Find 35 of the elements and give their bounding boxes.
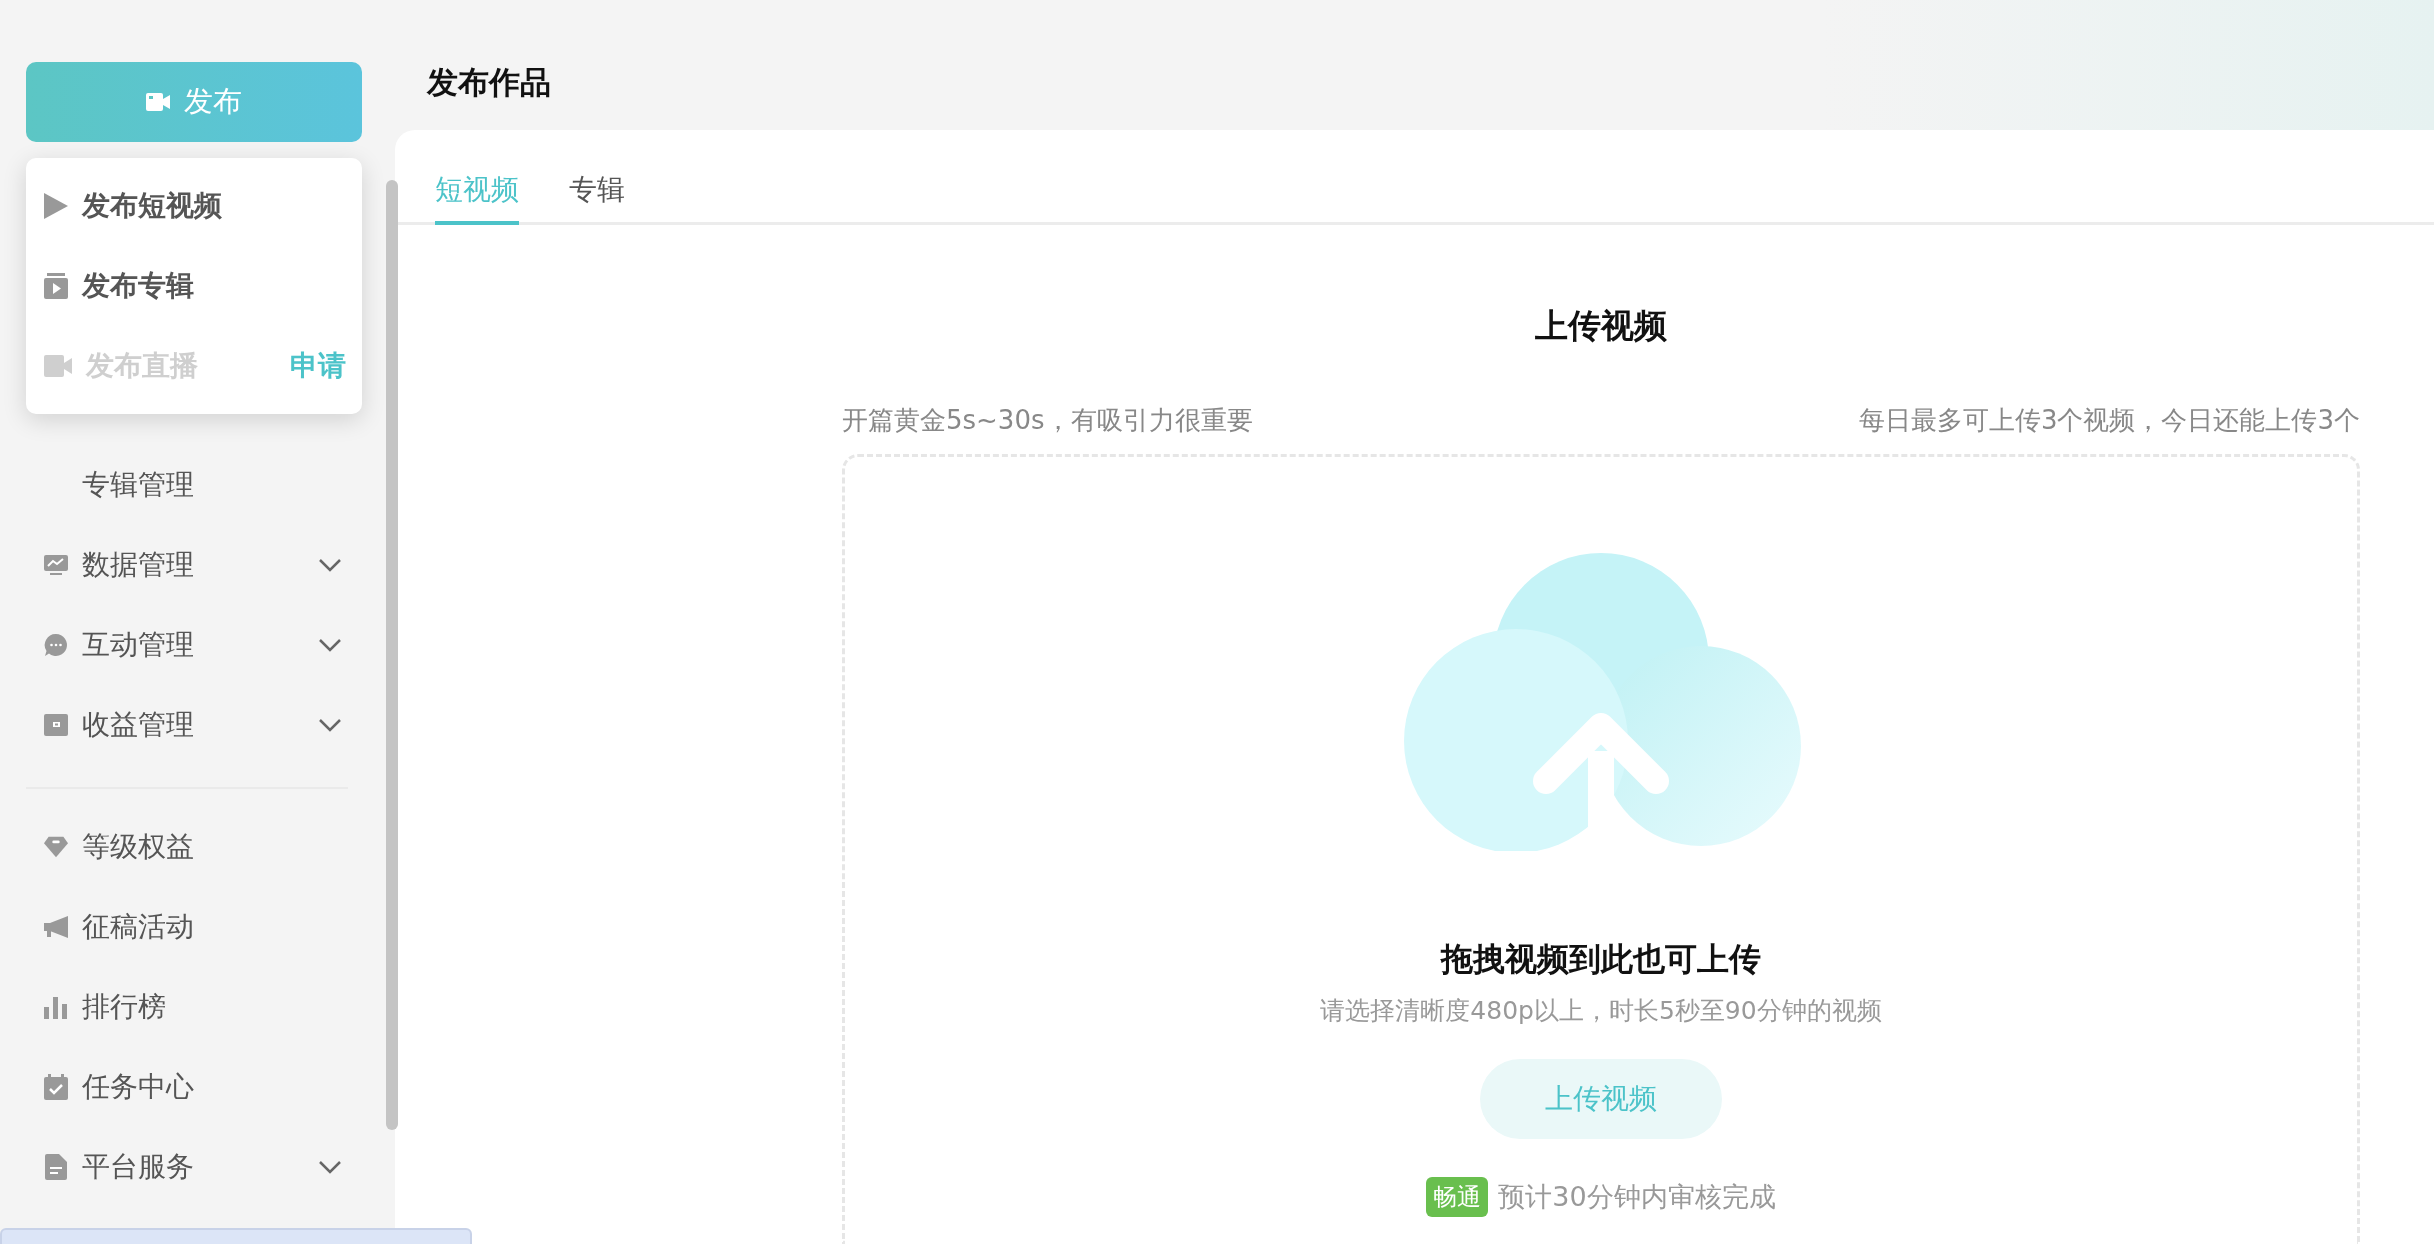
video-camera-icon bbox=[44, 355, 72, 377]
sidebar-item[interactable]: 等级权益 bbox=[0, 807, 372, 887]
quota-text: 每日最多可上传3个视频，今日还能上传3个 bbox=[1858, 404, 2360, 437]
hint-text: 开篇黄金5s~30s，有吸引力很重要 bbox=[842, 404, 1253, 437]
tab[interactable]: 专辑 bbox=[569, 171, 625, 225]
menu-item[interactable]: 发布专辑 bbox=[44, 246, 346, 326]
drop-zone[interactable]: 拖拽视频到此也可上传 请选择清晰度480p以上，时长5秒至90分钟的视频 上传视频 畅通 预计30分钟内审核完成 bbox=[842, 454, 2360, 1244]
status-badge: 畅通 bbox=[1426, 1177, 1489, 1217]
page-title: 发布作品 bbox=[425, 63, 552, 102]
upload-heading: 上传视频 bbox=[1534, 305, 1668, 347]
sidebar-item[interactable]: 专辑管理 bbox=[0, 445, 372, 525]
review-time-text: 预计30分钟内审核完成 bbox=[1498, 1180, 1776, 1214]
drop-title: 拖拽视频到此也可上传 bbox=[1441, 939, 1761, 980]
chart-icon bbox=[44, 554, 68, 576]
cloud-upload-icon bbox=[1401, 551, 1801, 851]
scrollbar[interactable] bbox=[386, 180, 398, 1130]
sidebar-item[interactable]: 数据管理 bbox=[0, 525, 372, 605]
wallet-icon bbox=[44, 714, 68, 736]
document-icon bbox=[45, 1154, 67, 1180]
calendar-check-icon bbox=[44, 1074, 68, 1100]
sidebar-item[interactable]: 任务中心 bbox=[0, 1047, 372, 1127]
menu-item[interactable]: 发布短视频 bbox=[44, 166, 346, 246]
sidebar-item[interactable]: 征稿活动 bbox=[0, 887, 372, 967]
sidebar-item[interactable]: 排行榜 bbox=[0, 967, 372, 1047]
diamond-icon bbox=[44, 835, 68, 859]
video-camera-icon bbox=[146, 93, 170, 111]
sidebar-item[interactable]: 平台服务 bbox=[0, 1127, 372, 1207]
sidebar-item[interactable]: 互动管理 bbox=[0, 605, 372, 685]
megaphone-icon bbox=[44, 915, 68, 939]
sidebar-item[interactable]: 收益管理 bbox=[0, 685, 372, 765]
album-icon bbox=[44, 273, 68, 299]
play-icon bbox=[44, 193, 68, 219]
bar-chart-icon bbox=[44, 995, 68, 1019]
drop-hint: 请选择清晰度480p以上，时长5秒至90分钟的视频 bbox=[1320, 995, 1882, 1027]
chat-icon bbox=[44, 633, 68, 657]
